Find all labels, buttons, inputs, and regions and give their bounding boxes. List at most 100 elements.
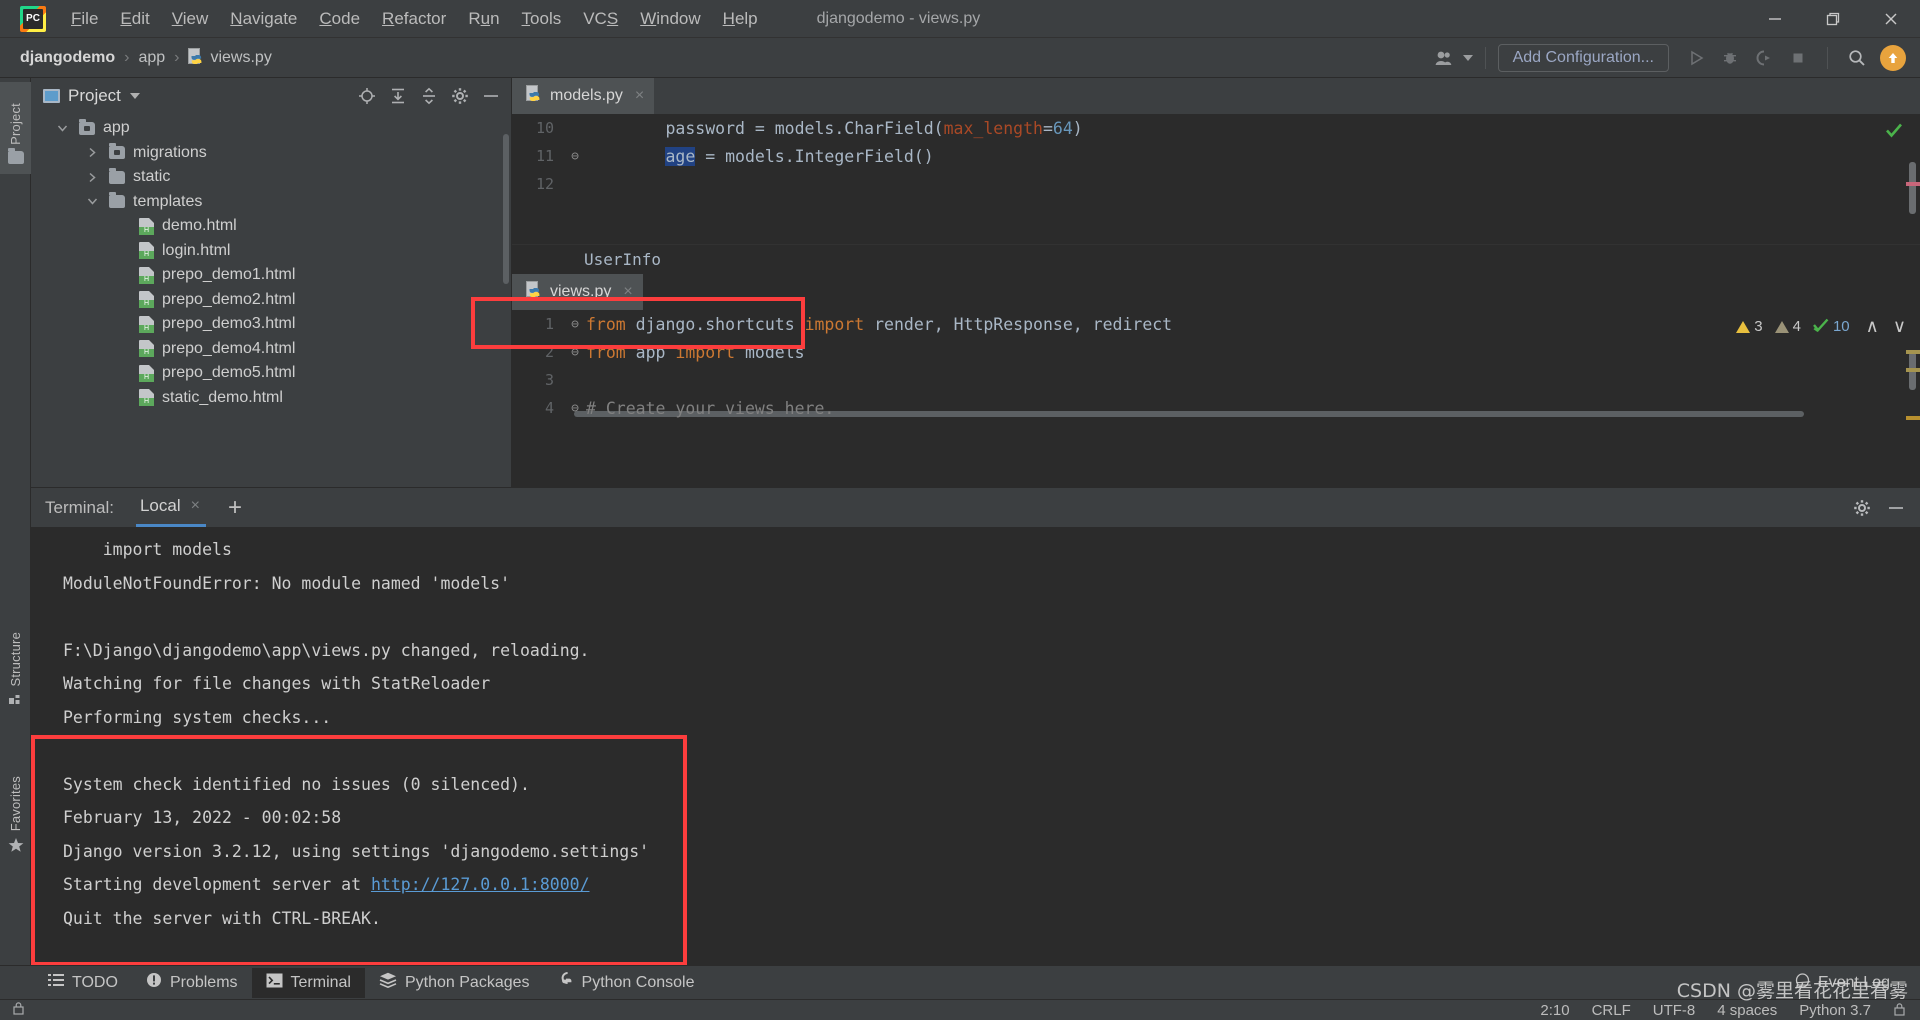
chevron-down-icon[interactable] [1462, 55, 1473, 61]
debug-icon[interactable] [1713, 41, 1747, 75]
update-project-icon[interactable] [1880, 45, 1906, 71]
settings-gear-icon[interactable] [1848, 494, 1876, 522]
breadcrumb-item-app[interactable]: app [138, 49, 165, 67]
code-line[interactable]: 11 ⊖ age = models.IntegerField() [512, 142, 1920, 170]
code-fold-icon[interactable]: ⊖ [564, 317, 586, 332]
sidebar-item-label: Project [8, 103, 23, 145]
tree-item-demo-html[interactable]: demo.html [31, 214, 511, 239]
menu-item-view[interactable]: View [161, 0, 220, 38]
code-line[interactable]: 12 [512, 170, 1920, 198]
tree-item-prepo_demo2-html[interactable]: prepo_demo2.html [31, 288, 511, 313]
status-lock-icon[interactable] [1893, 1002, 1906, 1020]
lock-icon[interactable] [12, 1001, 25, 1020]
maximize-icon[interactable] [1804, 0, 1862, 38]
tab-models-py[interactable]: models.py × [512, 78, 655, 114]
settings-gear-icon[interactable] [446, 82, 474, 110]
run-icon[interactable] [1679, 41, 1713, 75]
sidebar-item-structure[interactable]: Structure [0, 608, 31, 718]
editor-models-py[interactable]: 10 password = models.CharField(max_lengt… [512, 114, 1920, 244]
tree-item-prepo_demo4-html[interactable]: prepo_demo4.html [31, 337, 511, 362]
terminal-tab-local[interactable]: Local × [135, 489, 206, 527]
python-interpreter[interactable]: Python 3.7 [1799, 1002, 1871, 1019]
menu-item-window[interactable]: Window [629, 0, 711, 38]
chevron-down-icon[interactable] [129, 93, 140, 99]
tree-item-prepo_demo3-html[interactable]: prepo_demo3.html [31, 312, 511, 337]
close-icon[interactable]: × [191, 497, 200, 515]
close-icon[interactable]: × [635, 87, 644, 105]
code-line[interactable]: 4 ⊖ # Create your views here. [512, 394, 1920, 420]
bottom-tab-label: Terminal [290, 973, 351, 991]
chevron-down-icon[interactable] [53, 124, 71, 133]
chevron-down-icon[interactable] [83, 197, 101, 206]
chevron-right-icon[interactable] [83, 147, 101, 158]
bottom-tab-terminal[interactable]: Terminal [251, 967, 365, 998]
tree-item-label: demo.html [162, 217, 237, 235]
indent-setting[interactable]: 4 spaces [1717, 1002, 1777, 1019]
bottom-tab-problems[interactable]: Problems [132, 968, 252, 998]
breadcrumb-item-djangodemo[interactable]: djangodemo [20, 49, 115, 67]
tree-item-prepo_demo5-html[interactable]: prepo_demo5.html [31, 361, 511, 386]
tree-item-prepo_demo1-html[interactable]: prepo_demo1.html [31, 263, 511, 288]
file-encoding[interactable]: UTF-8 [1653, 1002, 1696, 1019]
editor-views-py[interactable]: 3 4 10 ∧ ∨ 1 ⊖ from django.shortcuts impor… [512, 310, 1920, 420]
minimize-icon[interactable] [1746, 0, 1804, 38]
code-line[interactable]: 1 ⊖ from django.shortcuts import render, H… [512, 310, 1920, 338]
tree-item-static_demo-html[interactable]: static_demo.html [31, 386, 511, 411]
title-bar: FileEditViewNavigateCodeRefactorRunTools… [0, 0, 1920, 38]
caret-position[interactable]: 2:10 [1540, 1002, 1569, 1019]
breadcrumb-separator: › [124, 48, 130, 66]
menu-item-edit[interactable]: Edit [109, 0, 160, 38]
tree-item-templates[interactable]: templates [31, 190, 511, 215]
terminal-link[interactable]: http://127.0.0.1:8000/ [371, 875, 590, 894]
add-configuration-button[interactable]: Add Configuration... [1497, 44, 1669, 72]
tree-item-migrations[interactable]: migrations [31, 141, 511, 166]
stop-icon[interactable] [1781, 41, 1815, 75]
sidebar-item-favorites[interactable]: Favorites [0, 750, 31, 866]
code-line[interactable]: 10 password = models.CharField(max_lengt… [512, 114, 1920, 142]
menu-item-navigate[interactable]: Navigate [219, 0, 308, 38]
menu-item-vcs[interactable]: VCS [572, 0, 629, 38]
tree-item-login-html[interactable]: login.html [31, 239, 511, 264]
bottom-tab-todo[interactable]: TODO [34, 968, 132, 998]
line-separator[interactable]: CRLF [1592, 1002, 1631, 1019]
project-scrollbar[interactable] [503, 134, 509, 284]
chevron-right-icon[interactable] [83, 172, 101, 183]
run-coverage-icon[interactable] [1747, 41, 1781, 75]
hide-icon[interactable] [477, 82, 505, 110]
sidebar-item-project[interactable]: Project [0, 82, 31, 174]
code-fold-icon[interactable]: ⊖ [564, 345, 586, 360]
todo-list-icon [48, 973, 64, 992]
menu-item-code[interactable]: Code [308, 0, 371, 38]
status-bar: 2:10 CRLF UTF-8 4 spaces Python 3.7 [0, 999, 1920, 1020]
bottom-tab-python-packages[interactable]: Python Packages [365, 968, 544, 998]
project-tree[interactable]: appmigrations static templates demo.html log… [31, 114, 511, 410]
bottom-tab-python-console[interactable]: Python Console [544, 968, 709, 998]
packages-icon [379, 972, 397, 993]
menu-item-refactor[interactable]: Refactor [371, 0, 457, 38]
tree-item-static[interactable]: static [31, 165, 511, 190]
menu-item-tools[interactable]: Tools [511, 0, 573, 38]
close-icon[interactable]: × [623, 283, 632, 301]
tree-item-app[interactable]: app [31, 116, 511, 141]
code-line[interactable]: 2 ⊖ from app import models [512, 338, 1920, 366]
code-fold-icon[interactable]: ⊖ [564, 149, 586, 164]
collapse-all-icon[interactable] [415, 82, 443, 110]
hide-icon[interactable] [1882, 494, 1910, 522]
menu-item-help[interactable]: Help [712, 0, 769, 38]
search-everywhere-icon[interactable] [1840, 41, 1874, 75]
tab-views-py[interactable]: views.py × [512, 274, 643, 310]
new-terminal-tab-icon[interactable]: + [228, 495, 242, 520]
code-line[interactable]: 3 [512, 366, 1920, 394]
menu-item-run[interactable]: Run [457, 0, 510, 38]
terminal-output[interactable]: import models ModuleNotFoundError: No mod… [31, 527, 1920, 965]
event-log-button[interactable]: Event Log [1781, 968, 1904, 998]
locate-icon[interactable] [353, 82, 381, 110]
breadcrumb-item-views-py[interactable]: views.py [188, 48, 272, 67]
user-avatar-icon[interactable] [1433, 50, 1459, 66]
close-icon[interactable] [1862, 0, 1920, 38]
expand-all-icon[interactable] [384, 82, 412, 110]
code-fold-icon[interactable]: ⊖ [564, 401, 586, 416]
menu-item-file[interactable]: File [60, 0, 109, 38]
html-file-icon [139, 389, 154, 407]
